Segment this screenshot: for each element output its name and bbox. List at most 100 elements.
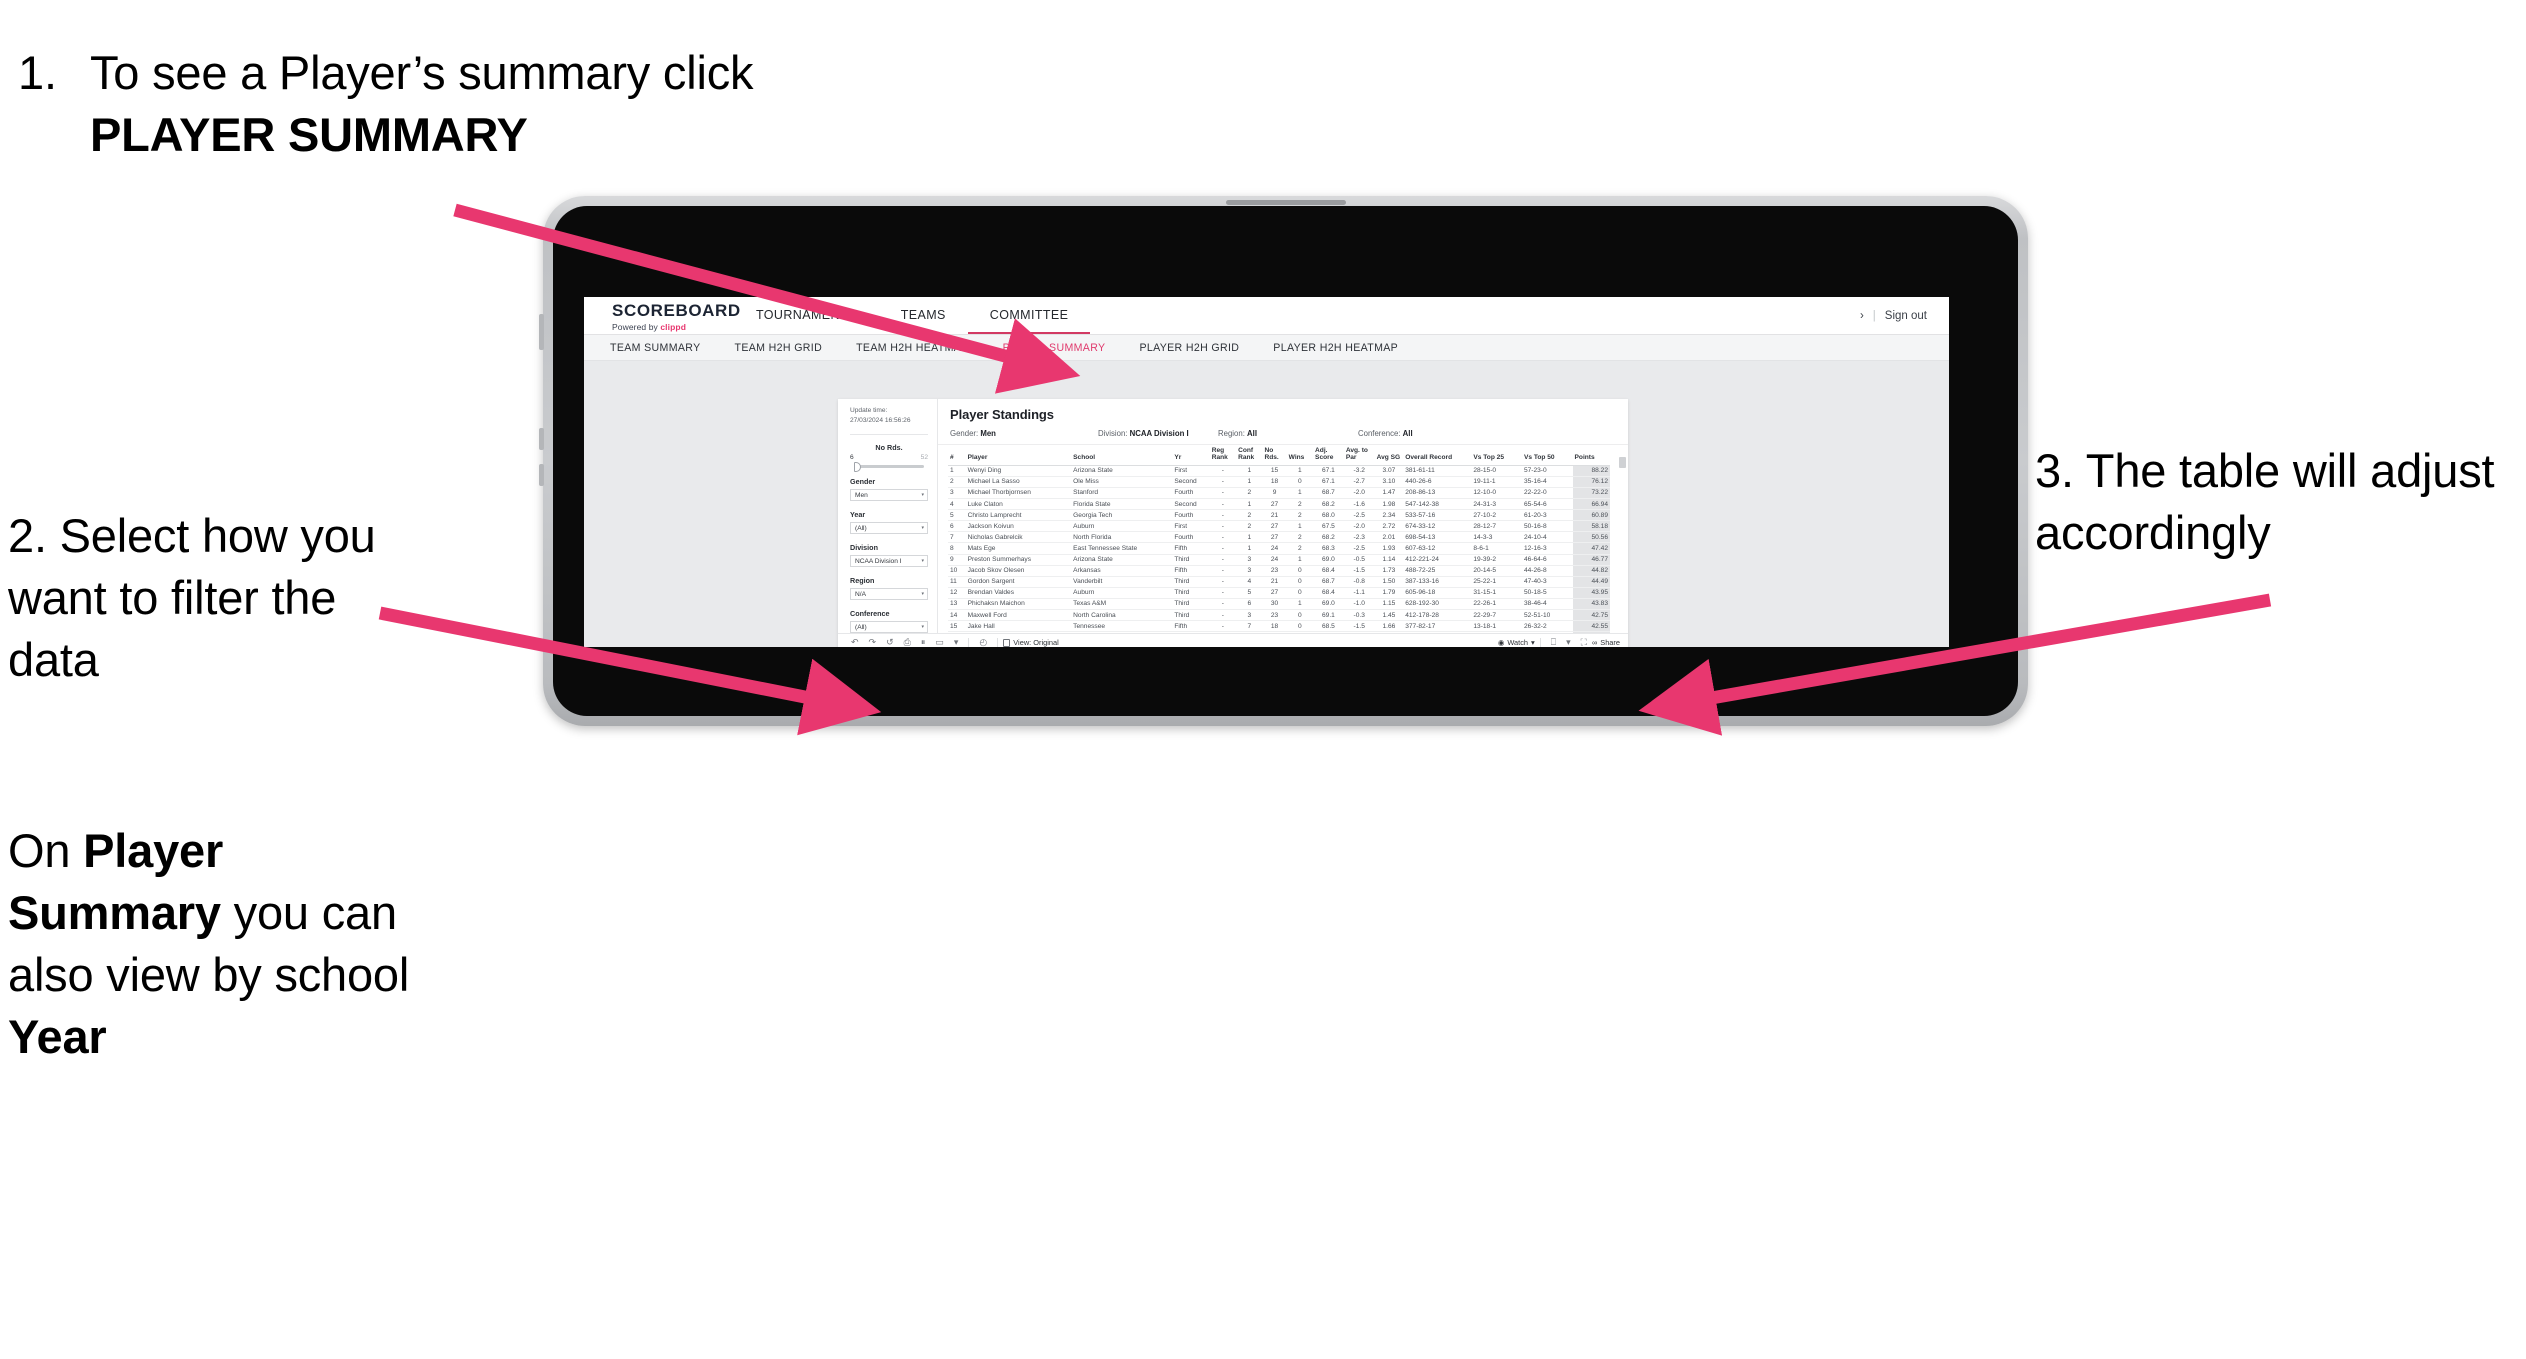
col-header-player[interactable]: Player [965,445,1072,466]
undo-icon[interactable]: ↶ [846,638,864,647]
table-row[interactable]: 12 Brendan Valdes Auburn Third -5 27 0 68.4 -1.1… [948,587,1610,599]
no-rounds-slider-handle[interactable] [854,461,861,472]
nav-item-tournaments[interactable]: TOURNAMENTS [734,297,879,334]
col-header-points[interactable]: Points [1572,445,1610,466]
filter-year-select[interactable]: (All) ▾ [850,522,928,535]
cell-vs-top-25: 19-39-2 [1471,554,1522,566]
tab-player-h2h-heatmap[interactable]: PLAYER H2H HEATMAP [1256,342,1415,354]
col-header-no-rds[interactable]: No Rds. [1262,445,1287,466]
layout-caret-icon[interactable]: ▾ [949,638,964,647]
filter-no-rounds: No Rds. 6 52 [850,443,928,472]
nav-item-tournaments-label: TOURNAMENTS [756,307,857,322]
table-row[interactable]: 6 Jackson Koivun Auburn First -2 27 1 67.5 -2.0 2… [948,520,1610,533]
download-icon[interactable]: ⎕ [1546,638,1561,647]
cell-no-rds: 24 [1262,554,1287,566]
cell-avg-sg: 3.10 [1374,476,1404,488]
cell-vs-top-25: 24-31-3 [1471,498,1522,511]
table-row[interactable]: 8 Mats Ege East Tennessee State Fifth -1 24 2 6… [948,542,1610,555]
cell-overall-record: 467-29-23 [1403,631,1472,633]
cell-avg-sg: 2.34 [1374,509,1404,522]
table-row[interactable]: 3 Michael Thorbjornsen Stanford Fourth -2 9 1 6… [948,487,1610,500]
cell-conf-rank: 6 [1236,598,1263,610]
filter-region-select[interactable]: N/A ▾ [850,588,928,601]
table-row[interactable]: 9 Preston Summerhays Arizona State Third -3 2… [948,554,1610,566]
cell-avg-sg: 1.14 [1374,554,1404,566]
cell-reg-rank: - [1209,509,1237,522]
redo-icon[interactable]: ↷ [864,638,882,647]
cell-vs-top-25: 22-29-7 [1471,609,1522,622]
cell-rank: 10 [948,565,966,577]
tab-team-h2h-heatmap[interactable]: TEAM H2H HEATMAP [839,342,986,354]
revert-icon[interactable]: ↺ [881,638,899,647]
col-header-conf-rank[interactable]: Conf Rank [1236,445,1263,466]
no-rounds-slider[interactable]: 6 52 [850,454,928,472]
watch-button[interactable]: ◉ Watch ▾ [1498,638,1535,647]
tab-player-h2h-grid[interactable]: PLAYER H2H GRID [1122,342,1256,354]
cell-player: Phichaksn Maichon [965,598,1072,610]
filter-gender-select[interactable]: Men ▾ [850,489,928,502]
col-header-reg-rank[interactable]: Reg Rank [1209,445,1237,466]
share-icon: ∞ [1591,638,1598,647]
col-header-overall-record[interactable]: Overall Record [1403,445,1472,466]
pause-icon[interactable]: ⏸ [916,638,931,647]
nav-item-teams[interactable]: TEAMS [879,297,968,334]
table-row[interactable]: 5 Christo Lamprecht Georgia Tech Fourth -2 21… [948,509,1610,522]
table-row[interactable]: 10 Jacob Skov Olesen Arkansas Fifth -3 23 0 68.… [948,565,1610,577]
tab-player-summary[interactable]: PLAYER SUMMARY [986,342,1123,354]
cell-conf-rank: 3 [1236,565,1263,577]
table-row[interactable]: 1 Wenyi Ding Arizona State First -1 15 1 67.1 -3… [948,465,1610,477]
table-row[interactable]: 11 Gordon Sargent Vanderbilt Third -4 21 0 68.7… [948,576,1610,588]
no-rounds-slider-track[interactable] [854,461,924,472]
cell-avg-sg: 1.66 [1374,620,1404,633]
clock-icon[interactable]: ◴ [974,638,992,647]
fullscreen-icon[interactable]: ⛶ [1576,638,1592,647]
col-header-vs-top-25[interactable]: Vs Top 25 [1471,445,1522,466]
tab-team-h2h-grid[interactable]: TEAM H2H GRID [718,342,840,354]
brand-logo[interactable]: SCOREBOARD Powered by clippd [584,297,741,334]
nav-item-committee[interactable]: COMMITTEE [967,297,1091,334]
col-header-school[interactable]: School [1071,445,1173,466]
sign-out-link[interactable]: Sign out [1885,310,1927,322]
cell-adj-score: 68.5 [1313,620,1344,633]
table-row[interactable]: 2 Michael La Sasso Ole Miss Second -1 18 0 67.1… [948,476,1610,488]
filter-conference-select[interactable]: (All) ▾ [850,621,928,634]
table-row[interactable]: 13 Phichaksn Maichon Texas A&M Third -6 30 1 69… [948,598,1610,610]
breadcrumb-division-label: Division: [1098,429,1130,438]
share-button[interactable]: ∞ Share [1592,638,1620,647]
view-icon [1003,638,1011,647]
table-row[interactable]: 16Alex GoffKentuckyFifth-819068.3-1.71.9… [948,631,1610,633]
filter-conference: Conference (All) ▾ [850,609,928,634]
cell-conf-rank: 2 [1236,520,1263,533]
filter-division-select[interactable]: NCAA Division I ▾ [850,555,928,568]
cell-vs-top-50: 46-64-6 [1521,554,1573,566]
annotation-step-1-number: 1. [18,46,57,99]
col-header-adj-score[interactable]: Adj. Score [1313,445,1344,466]
chevron-right-icon[interactable]: › [1860,310,1864,322]
col-header-vs-top-50[interactable]: Vs Top 50 [1521,445,1573,466]
cell-conf-rank: 1 [1236,476,1263,488]
cell-wins: 0 [1286,476,1314,488]
brand-clippd: clippd [660,322,686,332]
col-header-yr[interactable]: Yr [1172,445,1210,466]
cell-no-rds: 9 [1262,487,1287,500]
table-row[interactable]: 14 Maxwell Ford North Carolina Third -3 23 0 69… [948,609,1610,622]
cell-vs-top-50: 65-54-6 [1521,498,1573,511]
brand-name: SCOREBOARD [612,301,741,320]
table-row[interactable]: 7 Nicholas Gabrelcik North Florida Fourth -1… [948,531,1610,544]
layout-icon[interactable]: ▭ [930,638,949,647]
col-header-avg-to-par[interactable]: Avg. to Par [1343,445,1375,466]
refresh-icon[interactable]: ⎙ [899,638,916,647]
table-row[interactable]: 15 Jake Hall Tennessee Fifth -7 18 0 68.5 -1.5 1.… [948,620,1610,633]
cell-points: 66.94 [1572,498,1610,511]
cell-reg-rank: - [1209,598,1237,610]
col-header-rank[interactable]: # [948,445,966,466]
col-header-avg-sg[interactable]: Avg SG [1374,445,1404,466]
table-scrollbar-thumb[interactable] [1619,457,1626,468]
tab-team-summary[interactable]: TEAM SUMMARY [610,342,718,354]
cell-adj-score: 69.1 [1313,609,1344,622]
cell-avg-sg: 1.45 [1374,609,1404,622]
table-row[interactable]: 4 Luke Claton Florida State Second -1 27 2 68.2… [948,498,1610,511]
download-caret-icon[interactable]: ▾ [1561,638,1576,647]
view-original-button[interactable]: View: Original [1003,638,1059,647]
col-header-wins[interactable]: Wins [1286,445,1314,466]
